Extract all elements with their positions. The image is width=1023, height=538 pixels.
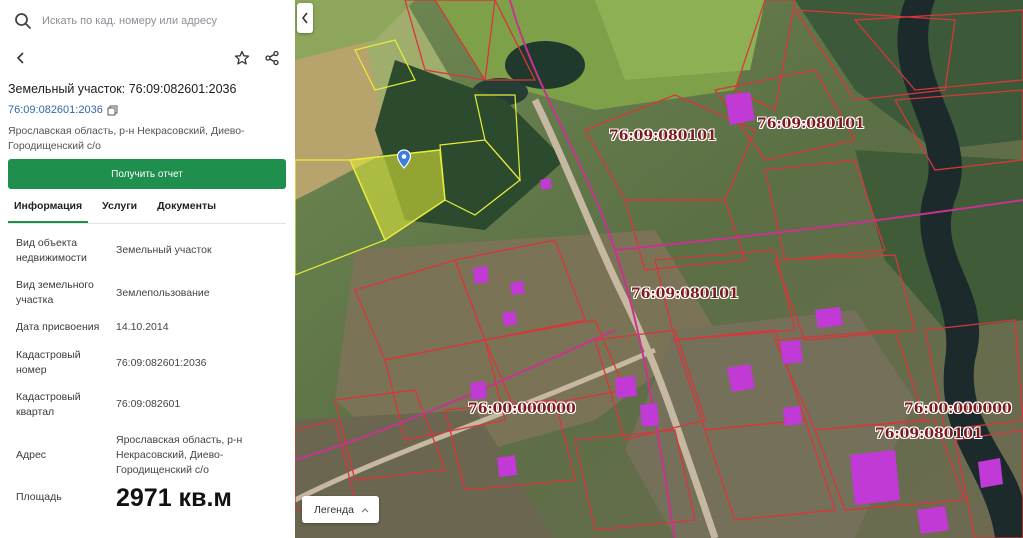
info-value: Землепользование: [116, 287, 210, 299]
info-label: Вид земельного участка: [16, 279, 94, 306]
quarter-label: 76:00:000000: [904, 401, 1012, 417]
info-label: Дата присвоения: [16, 321, 100, 333]
tab-services[interactable]: Услуги: [96, 197, 143, 223]
search-icon: [15, 13, 31, 29]
info-label: Кадастровый номер: [16, 349, 81, 376]
cadastral-map[interactable]: 76:09:080101 76:09:080101 76:09:080101 7…: [295, 0, 1023, 538]
search-input[interactable]: [42, 15, 282, 27]
get-report-button[interactable]: Получить отчет: [8, 159, 286, 189]
info-label: Вид объекта недвижимости: [16, 237, 87, 264]
cad-number-link-row: 76:09:082601:2036: [8, 104, 118, 116]
copy-icon[interactable]: [107, 105, 118, 116]
arrow-left-icon: [16, 52, 24, 64]
info-label: Адрес: [16, 449, 47, 461]
legend-label: Легенда: [314, 503, 354, 516]
legend-button[interactable]: Легенда: [302, 496, 379, 523]
star-icon: [234, 50, 250, 65]
location-pin-icon[interactable]: [396, 149, 412, 169]
search-bar: [0, 0, 295, 42]
quarter-label: 76:09:080101: [609, 128, 717, 144]
info-value: 14.10.2014: [116, 321, 169, 333]
info-value: Земельный участок: [116, 244, 212, 256]
share-icon: [265, 50, 279, 66]
tabs: Информация Услуги Документы: [8, 197, 286, 223]
back-button[interactable]: [9, 46, 33, 70]
favorite-button[interactable]: [230, 46, 254, 70]
quarter-label: 76:09:080101: [757, 116, 865, 132]
satellite-imagery: [295, 0, 1023, 538]
parcel-address: Ярославская область, р-н Некрасовский, Д…: [8, 125, 245, 152]
info-panel: Земельный участок: 76:09:082601:2036 76:…: [0, 0, 295, 538]
tab-documents[interactable]: Документы: [151, 197, 222, 223]
quarter-label: 76:00:000000: [468, 401, 576, 417]
info-value: Ярославская область, р-н Некрасовский, Д…: [116, 434, 243, 476]
info-value: 76:09:082601: [116, 398, 181, 410]
tabs-divider: [8, 223, 286, 224]
info-label: Кадастровый квартал: [16, 391, 81, 418]
quarter-label: 76:09:080101: [631, 286, 739, 302]
chevron-left-icon: [301, 12, 308, 24]
chevron-up-icon: [361, 507, 369, 512]
info-label: Площадь: [16, 491, 62, 503]
quarter-label: 76:09:080101: [875, 426, 983, 442]
cad-number-link[interactable]: 76:09:082601:2036: [8, 104, 103, 116]
share-button[interactable]: [260, 46, 284, 70]
tab-info[interactable]: Информация: [8, 197, 89, 223]
parcel-title: Земельный участок: 76:09:082601:2036: [8, 82, 237, 96]
info-value: 2971 кв.м: [116, 484, 232, 512]
collapse-panel-button[interactable]: [297, 3, 313, 33]
info-value: 76:09:082601:2036: [116, 357, 207, 369]
panel-header: [0, 42, 295, 74]
